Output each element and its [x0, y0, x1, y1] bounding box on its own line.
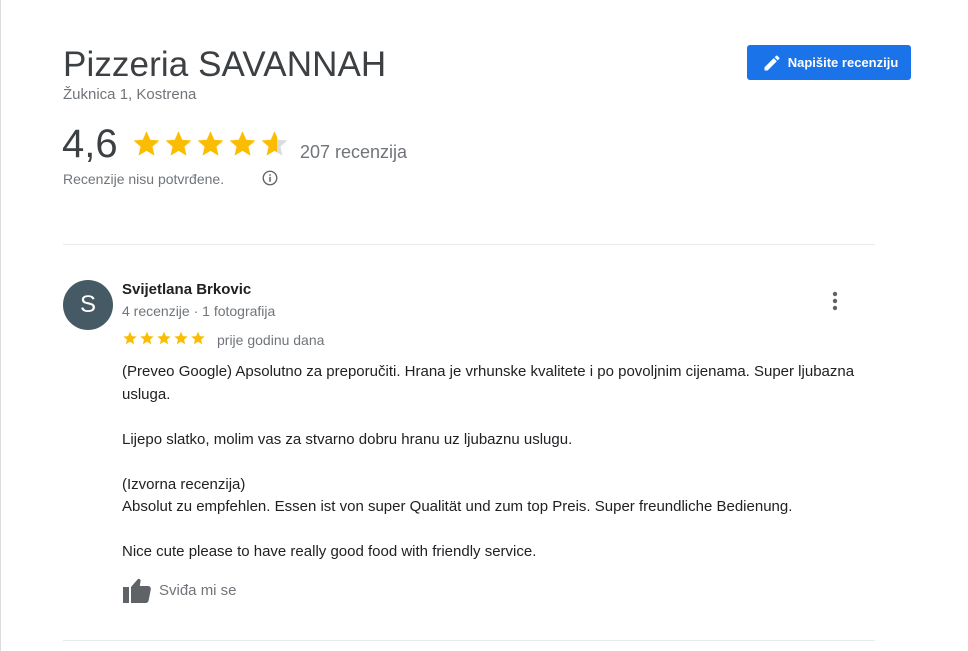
review-date: prije godinu dana	[217, 332, 325, 348]
review-count[interactable]: 207 recenzija	[300, 141, 407, 163]
unverified-note: Recenzije nisu potvrđene.	[63, 171, 225, 187]
info-icon[interactable]	[261, 169, 279, 187]
star-icon	[123, 331, 137, 345]
avatar[interactable]: S	[63, 280, 113, 330]
star-icon	[140, 331, 154, 345]
star-icon	[261, 131, 288, 156]
star-icon	[229, 131, 256, 156]
star-icon	[191, 331, 205, 345]
star-icon	[133, 131, 160, 156]
divider-bottom	[63, 640, 875, 641]
like-button[interactable]: Sviđa mi se	[122, 576, 237, 604]
original-review-label: (Izvorna recenzija)	[122, 475, 246, 493]
thumb-up-icon	[123, 578, 151, 603]
more-options-button[interactable]	[822, 288, 848, 314]
review-paragraph-translated-2: Lijepo slatko, molim vas za stvarno dobr…	[122, 430, 573, 448]
star-icon	[197, 131, 224, 156]
review-stars	[122, 330, 206, 346]
place-title: Pizzeria SAVANNAH	[63, 45, 387, 84]
review-paragraph-original-2: Nice cute please to have really good foo…	[122, 543, 537, 560]
reviews-page: Pizzeria SAVANNAH Žuknica 1, Kostrena Na…	[0, 0, 968, 651]
rating-stars	[131, 128, 290, 159]
review-text: (Preveo Google) Apsolutno za preporučiti…	[122, 361, 862, 564]
place-address: Žuknica 1, Kostrena	[63, 86, 197, 103]
panel-border	[0, 0, 1, 651]
reviewer-name[interactable]: Svijetlana Brkovic	[122, 280, 251, 299]
write-review-label: Napišite recenziju	[787, 55, 899, 70]
star-icon	[157, 331, 171, 345]
star-icon	[165, 131, 192, 156]
write-review-button[interactable]: Napišite recenziju	[747, 45, 911, 80]
rating-value: 4,6	[62, 122, 118, 166]
pencil-icon	[764, 54, 780, 70]
like-label: Sviđa mi se	[159, 581, 237, 599]
review-paragraph-translated: (Preveo Google) Apsolutno za preporučiti…	[122, 363, 855, 403]
divider-top	[63, 244, 875, 245]
reviewer-meta: 4 recenzije · 1 fotografija	[122, 303, 276, 319]
more-vert-icon	[832, 291, 838, 311]
review-paragraph-original: Absolut zu empfehlen. Essen ist von supe…	[122, 498, 793, 515]
star-icon	[174, 331, 188, 345]
